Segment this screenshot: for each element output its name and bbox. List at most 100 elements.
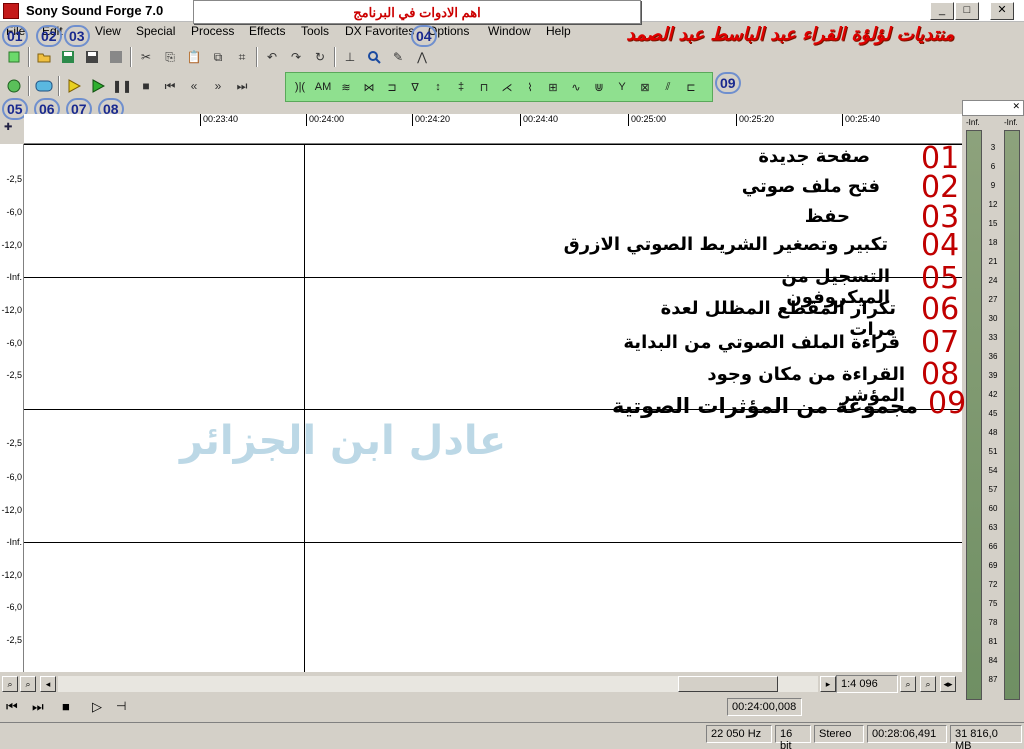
fx-smooth-icon[interactable]: ⊏ bbox=[681, 76, 701, 98]
annotation-text: مجموعة من المؤثرات الصوتية bbox=[611, 394, 918, 418]
menu-window[interactable]: Window bbox=[488, 24, 531, 38]
scroll-thumb[interactable] bbox=[678, 676, 778, 692]
zoom-out-small-icon[interactable]: ⌕ bbox=[920, 676, 936, 692]
fx-gapper-icon[interactable]: ⊓ bbox=[474, 76, 494, 98]
render-icon[interactable] bbox=[106, 47, 126, 67]
fx-flange-icon[interactable]: ‡ bbox=[451, 76, 471, 98]
envelope-icon[interactable]: ⋀ bbox=[412, 47, 432, 67]
meter-tick: 60 bbox=[988, 504, 998, 513]
play-small-icon[interactable]: ▷ bbox=[92, 699, 102, 715]
mix-icon[interactable]: ⧉ bbox=[208, 47, 228, 67]
loop-icon[interactable] bbox=[34, 76, 54, 96]
save-as-icon[interactable] bbox=[82, 47, 102, 67]
fx-noise-gate-icon[interactable]: ⋌ bbox=[497, 76, 517, 98]
scroll-right-icon[interactable]: ▸ bbox=[820, 676, 836, 692]
paste-icon[interactable]: 📋 bbox=[184, 47, 204, 67]
play-icon[interactable] bbox=[88, 76, 108, 96]
meter-tick: 42 bbox=[988, 390, 998, 399]
ruler-tick: 00:24:20 bbox=[412, 114, 450, 126]
copy-icon[interactable]: ⎘ bbox=[160, 47, 180, 67]
next-icon[interactable]: ⏭ bbox=[32, 699, 44, 715]
rewind-icon[interactable]: « bbox=[184, 76, 204, 96]
fx-acoustic-icon[interactable]: )|( bbox=[290, 76, 310, 98]
new-file-icon[interactable] bbox=[4, 47, 24, 67]
meter-tick: 3 bbox=[990, 143, 996, 152]
meter-tick: 72 bbox=[988, 580, 998, 589]
fx-chorus-icon[interactable]: ≋ bbox=[336, 76, 356, 98]
meter-tick: 36 bbox=[988, 352, 998, 361]
menu-help[interactable]: Help bbox=[546, 24, 571, 38]
horizontal-scrollbar[interactable] bbox=[58, 676, 818, 692]
cursor-line bbox=[304, 144, 305, 672]
scroll-left-icon[interactable]: ◂ bbox=[40, 676, 56, 692]
fx-resonant-icon[interactable]: ⫽ bbox=[658, 76, 678, 98]
magnify-icon[interactable] bbox=[364, 47, 384, 67]
stop-icon[interactable]: ■ bbox=[136, 76, 156, 96]
meter-tick: 84 bbox=[988, 656, 998, 665]
fx-eq-icon[interactable]: Y bbox=[612, 76, 632, 98]
minimize-button[interactable]: _ bbox=[930, 2, 954, 20]
level-tick: -2,5 bbox=[6, 174, 22, 184]
menu-effects[interactable]: Effects bbox=[249, 24, 285, 38]
save-icon[interactable] bbox=[58, 47, 78, 67]
go-to-start-icon[interactable]: ⏮ bbox=[160, 76, 180, 96]
level-tick: -2,5 bbox=[6, 438, 22, 448]
fx-reverb-icon[interactable]: ⊞ bbox=[543, 76, 563, 98]
edit-tool-icon[interactable]: ⊥ bbox=[340, 47, 360, 67]
fx-vibrato-icon[interactable]: ∿ bbox=[566, 76, 586, 98]
open-file-icon[interactable] bbox=[34, 47, 54, 67]
meter-tick: 33 bbox=[988, 333, 998, 342]
menu-tools[interactable]: Tools bbox=[301, 24, 329, 38]
go-to-end-icon[interactable]: ⏭ bbox=[232, 76, 252, 96]
ruler-marker-icon[interactable]: ✚ bbox=[4, 122, 12, 133]
plug-icon[interactable]: ⊣ bbox=[116, 699, 126, 713]
menu-dx-favorites[interactable]: DX Favorites bbox=[345, 24, 414, 38]
menu-special[interactable]: Special bbox=[136, 24, 175, 38]
meter-tick: 87 bbox=[988, 675, 998, 684]
fx-delay-icon[interactable]: ⋈ bbox=[359, 76, 379, 98]
meter-tick: 66 bbox=[988, 542, 998, 551]
toolbar-separator bbox=[28, 76, 30, 96]
fx-dynamics-icon[interactable]: ∇ bbox=[405, 76, 425, 98]
fx-am-icon[interactable]: AM bbox=[313, 76, 333, 98]
undo-icon[interactable]: ↶ bbox=[262, 47, 282, 67]
cut-icon[interactable]: ✂ bbox=[136, 47, 156, 67]
time-ruler[interactable]: 00:23:40 00:24:00 00:24:20 00:24:40 00:2… bbox=[24, 114, 962, 144]
window-title: Sony Sound Forge 7.0 bbox=[26, 3, 164, 18]
badge-09: 09 bbox=[715, 72, 741, 94]
level-tick: -2,5 bbox=[6, 635, 22, 645]
record-icon[interactable] bbox=[4, 76, 24, 96]
maximize-button[interactable]: □ bbox=[955, 2, 979, 20]
fx-pitch-icon[interactable]: ⌇ bbox=[520, 76, 540, 98]
zoom-in-small-icon[interactable]: ⌕ bbox=[900, 676, 916, 692]
zoom-ratio-field[interactable]: 1:4 096 bbox=[836, 675, 898, 693]
stop-small-icon[interactable]: ■ bbox=[62, 699, 70, 714]
redo-icon[interactable]: ↷ bbox=[286, 47, 306, 67]
fx-wave-hammer-icon[interactable]: ⋓ bbox=[589, 76, 609, 98]
close-button[interactable]: ✕ bbox=[990, 2, 1014, 20]
fx-envelope-icon[interactable]: ↕ bbox=[428, 76, 448, 98]
annotation-text: صفحة جديدة bbox=[758, 146, 870, 167]
badge-02: 02 bbox=[36, 25, 62, 47]
zoom-out-icon[interactable]: ⌕ bbox=[2, 676, 18, 692]
repeat-icon[interactable]: ↻ bbox=[310, 47, 330, 67]
level-tick: -6,0 bbox=[6, 207, 22, 217]
play-all-icon[interactable] bbox=[64, 76, 84, 96]
zoom-in-icon[interactable]: ⌕ bbox=[20, 676, 36, 692]
ruler-tick: 00:25:00 bbox=[628, 114, 666, 126]
menu-view[interactable]: View bbox=[95, 24, 121, 38]
pause-icon[interactable]: ❚❚ bbox=[112, 76, 132, 96]
level-tick: -12,0 bbox=[1, 570, 22, 580]
trim-icon[interactable]: ⌗ bbox=[232, 47, 252, 67]
fx-filter-icon[interactable]: ⊠ bbox=[635, 76, 655, 98]
standard-toolbar: ✂ ⎘ 📋 ⧉ ⌗ ↶ ↷ ↻ ⊥ ✎ ⋀ bbox=[4, 47, 432, 67]
pencil-icon[interactable]: ✎ bbox=[388, 47, 408, 67]
prev-icon[interactable]: ⏮ bbox=[6, 699, 18, 715]
toolbar-separator bbox=[256, 47, 258, 67]
channels: Stereo bbox=[814, 725, 864, 743]
forward-icon[interactable]: » bbox=[208, 76, 228, 96]
menu-process[interactable]: Process bbox=[191, 24, 234, 38]
zoom-toggle-icon[interactable]: ◂▸ bbox=[940, 676, 956, 692]
fx-distortion-icon[interactable]: ⊐ bbox=[382, 76, 402, 98]
forum-banner: منتديات لؤلؤة القراء عبد الباسط عبد الصم… bbox=[626, 24, 954, 45]
